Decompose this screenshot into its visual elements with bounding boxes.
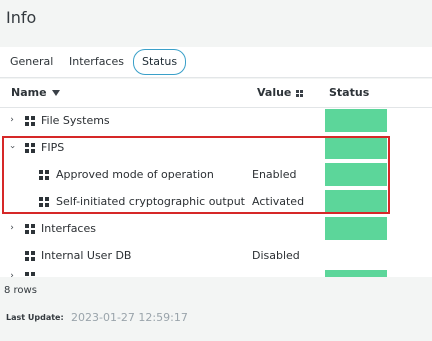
item-grid-icon xyxy=(39,197,49,207)
group-grid-icon xyxy=(25,143,35,153)
item-grid-icon xyxy=(39,170,49,180)
row-count: 8 rows xyxy=(4,285,37,296)
status-table: Name Value Status › File Systems › FIPS … xyxy=(0,79,432,277)
row-label: File Systems xyxy=(41,114,110,127)
group-grid-icon xyxy=(25,224,35,234)
status-indicator xyxy=(325,136,387,159)
chevron-right-icon[interactable]: › xyxy=(8,224,16,233)
row-label: FIPS xyxy=(41,141,65,154)
table-row[interactable]: Internal User DB Disabled xyxy=(0,242,432,269)
chevron-right-icon[interactable]: › xyxy=(8,116,16,125)
row-label: Self-initiated cryptographic output xyxy=(56,195,245,208)
sort-descending-icon[interactable] xyxy=(51,90,60,96)
status-indicator xyxy=(325,109,387,132)
column-header-value[interactable]: Value xyxy=(257,79,304,107)
row-label: Internal User DB xyxy=(41,249,132,262)
table-row-partial[interactable]: › xyxy=(0,269,432,277)
table-row[interactable]: Self-initiated cryptographic output Acti… xyxy=(0,188,432,215)
page-title: Info xyxy=(6,8,37,27)
column-menu-icon[interactable] xyxy=(296,89,304,97)
group-grid-icon xyxy=(25,116,35,126)
last-update-value: 2023-01-27 12:59:17 xyxy=(71,311,188,324)
row-label: Approved mode of operation xyxy=(56,168,214,181)
table-row[interactable]: › Interfaces xyxy=(0,215,432,242)
row-value: Enabled xyxy=(252,168,297,181)
column-header-name[interactable]: Name xyxy=(11,79,60,107)
table-header: Name Value Status xyxy=(0,79,432,108)
tab-bar: General Interfaces Status xyxy=(0,47,432,78)
table-row[interactable]: › File Systems xyxy=(0,107,432,134)
row-label: Interfaces xyxy=(41,222,96,235)
tab-interfaces[interactable]: Interfaces xyxy=(69,47,124,77)
status-indicator xyxy=(325,163,387,186)
row-value: Activated xyxy=(252,195,305,208)
table-row[interactable]: Approved mode of operation Enabled xyxy=(0,161,432,188)
status-indicator xyxy=(325,190,387,213)
chevron-down-icon[interactable]: › xyxy=(7,143,17,151)
status-indicator xyxy=(325,270,387,277)
last-update-label: Last Update: xyxy=(6,313,64,322)
row-value: Disabled xyxy=(252,249,300,262)
table-footer: 8 rows Last Update: 2023-01-27 12:59:17 xyxy=(0,277,432,341)
tab-status[interactable]: Status xyxy=(133,49,187,75)
column-header-status[interactable]: Status xyxy=(329,79,369,107)
tab-general[interactable]: General xyxy=(10,47,53,77)
group-grid-icon xyxy=(25,251,35,261)
table-row[interactable]: › FIPS xyxy=(0,134,432,161)
status-indicator xyxy=(325,217,387,240)
